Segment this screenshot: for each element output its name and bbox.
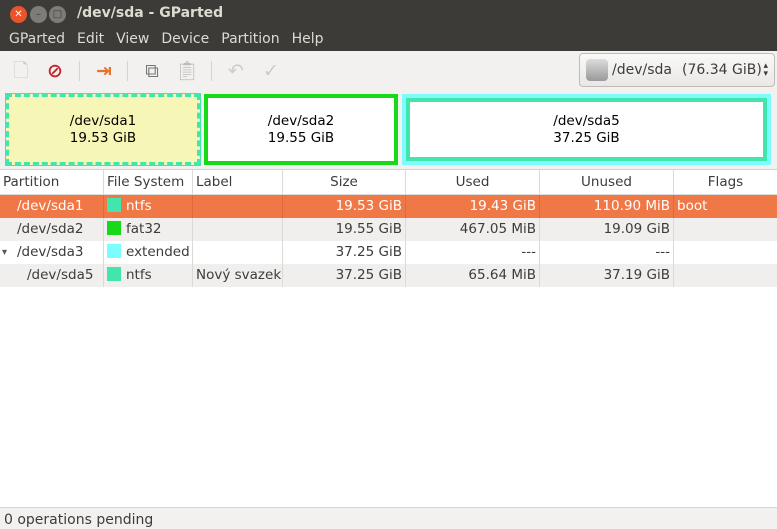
table-row[interactable]: ▾/dev/sda3 extended 37.25 GiB --- ---: [0, 241, 777, 264]
cell-label: [193, 195, 283, 218]
cell-unused: 110.90 MiB: [540, 195, 674, 218]
map-label: /dev/sda5: [553, 112, 620, 129]
cell-label: [193, 241, 283, 264]
fs-name: fat32: [126, 221, 162, 237]
resize-move-icon[interactable]: ⇥: [92, 59, 116, 83]
col-used[interactable]: Used: [406, 170, 540, 195]
cell-used: 19.43 GiB: [406, 195, 540, 218]
table-row[interactable]: /dev/sda2 fat32 19.55 GiB 467.05 MiB 19.09 G…: [0, 218, 777, 241]
cell-used: ---: [406, 241, 540, 264]
fs-color-swatch: [107, 221, 121, 235]
col-flags[interactable]: Flags: [674, 170, 777, 195]
cell-fs: ntfs: [104, 195, 193, 218]
partition-name: /dev/sda5: [27, 267, 94, 283]
apply-icon[interactable]: ✓: [259, 59, 283, 83]
partition-name: /dev/sda1: [17, 198, 84, 214]
close-button[interactable]: ✕: [10, 6, 27, 23]
map-size: 37.25 GiB: [553, 129, 620, 146]
table-row[interactable]: /dev/sda1 ntfs 19.53 GiB 19.43 GiB 110.90 Mi…: [0, 195, 777, 218]
window-title: /dev/sda - GParted: [77, 5, 224, 21]
cell-flags: boot: [677, 198, 708, 214]
device-selector[interactable]: /dev/sda (76.34 GiB) ▴ ▾: [579, 53, 775, 87]
cell-size: 37.25 GiB: [283, 264, 406, 287]
chevron-updown-icon: ▴ ▾: [763, 61, 768, 79]
cell-partition: ▾ /dev/sda3: [0, 241, 104, 264]
maximize-button[interactable]: □: [49, 6, 66, 23]
device-size: (76.34 GiB): [681, 62, 762, 78]
cell-size: 37.25 GiB: [283, 241, 406, 264]
table-row[interactable]: /dev/sda5 ntfs Nový svazek 37.25 GiB 65.64 M…: [0, 264, 777, 287]
cell-fs: extended: [104, 241, 193, 264]
cell-size: 19.55 GiB: [283, 218, 406, 241]
fs-color-swatch: [107, 267, 121, 281]
cell-partition: /dev/sda2: [0, 218, 104, 241]
separator: [127, 61, 128, 81]
table-header: Partition File System Label Size Used Un…: [0, 170, 777, 195]
col-filesystem[interactable]: File System: [104, 170, 193, 195]
hard-disk-icon: [586, 59, 608, 81]
fs-name: ntfs: [126, 267, 152, 283]
title-bar: ✕ – □ /dev/sda - GParted: [0, 0, 777, 28]
status-bar: 0 operations pending: [0, 507, 777, 529]
cell-label: [193, 218, 283, 241]
separator: [79, 61, 80, 81]
menu-partition[interactable]: Partition: [215, 28, 285, 51]
col-label[interactable]: Label: [193, 170, 283, 195]
map-label: /dev/sda2: [267, 112, 335, 129]
cell-label: Nový svazek: [193, 264, 283, 287]
map-sda5[interactable]: /dev/sda5 37.25 GiB: [402, 94, 771, 165]
minimize-button[interactable]: –: [30, 6, 47, 23]
copy-icon[interactable]: ⧉: [140, 59, 164, 83]
cell-flags: [674, 241, 777, 264]
separator: [211, 61, 212, 81]
map-label: /dev/sda1: [69, 112, 137, 129]
fs-color-swatch: [107, 198, 121, 212]
col-size[interactable]: Size: [283, 170, 406, 195]
map-size: 19.53 GiB: [69, 129, 137, 146]
menu-device[interactable]: Device: [155, 28, 215, 51]
delete-icon[interactable]: ⊘: [43, 59, 67, 83]
cell-flags: [674, 218, 777, 241]
cell-unused: 37.19 GiB: [540, 264, 674, 287]
paste-icon[interactable]: 📋︎: [175, 59, 199, 83]
menu-view[interactable]: View: [110, 28, 155, 51]
undo-icon[interactable]: ↶: [224, 59, 248, 83]
cell-fs: fat32: [104, 218, 193, 241]
device-name: /dev/sda: [612, 62, 672, 78]
cell-partition: /dev/sda1: [0, 195, 104, 218]
menu-bar: GParted Edit View Device Partition Help: [0, 28, 777, 51]
cell-unused: 19.09 GiB: [540, 218, 674, 241]
fs-color-swatch: [107, 244, 121, 258]
cell-used: 467.05 MiB: [406, 218, 540, 241]
col-unused[interactable]: Unused: [540, 170, 674, 195]
partition-name: /dev/sda2: [17, 221, 84, 237]
cell-size: 19.53 GiB: [283, 195, 406, 218]
menu-edit[interactable]: Edit: [71, 28, 110, 51]
map-sda2[interactable]: /dev/sda2 19.55 GiB: [204, 94, 398, 165]
fs-name: ntfs: [126, 198, 152, 214]
cell-flags: [674, 264, 777, 287]
cell-used: 65.64 MiB: [406, 264, 540, 287]
col-partition[interactable]: Partition: [0, 170, 104, 195]
cell-partition: /dev/sda5: [0, 264, 104, 287]
expander-icon[interactable]: ▾: [2, 241, 7, 264]
new-partition-icon[interactable]: 🗋: [9, 59, 33, 83]
map-sda1[interactable]: /dev/sda1 19.53 GiB: [5, 93, 201, 166]
menu-help[interactable]: Help: [286, 28, 330, 51]
menu-gparted[interactable]: GParted: [3, 28, 71, 51]
cell-fs: ntfs: [104, 264, 193, 287]
map-size: 19.55 GiB: [267, 129, 335, 146]
cell-unused: ---: [540, 241, 674, 264]
partition-name: /dev/sda3: [17, 244, 84, 260]
fs-name: extended: [126, 244, 190, 260]
partition-table: Partition File System Label Size Used Un…: [0, 169, 777, 507]
